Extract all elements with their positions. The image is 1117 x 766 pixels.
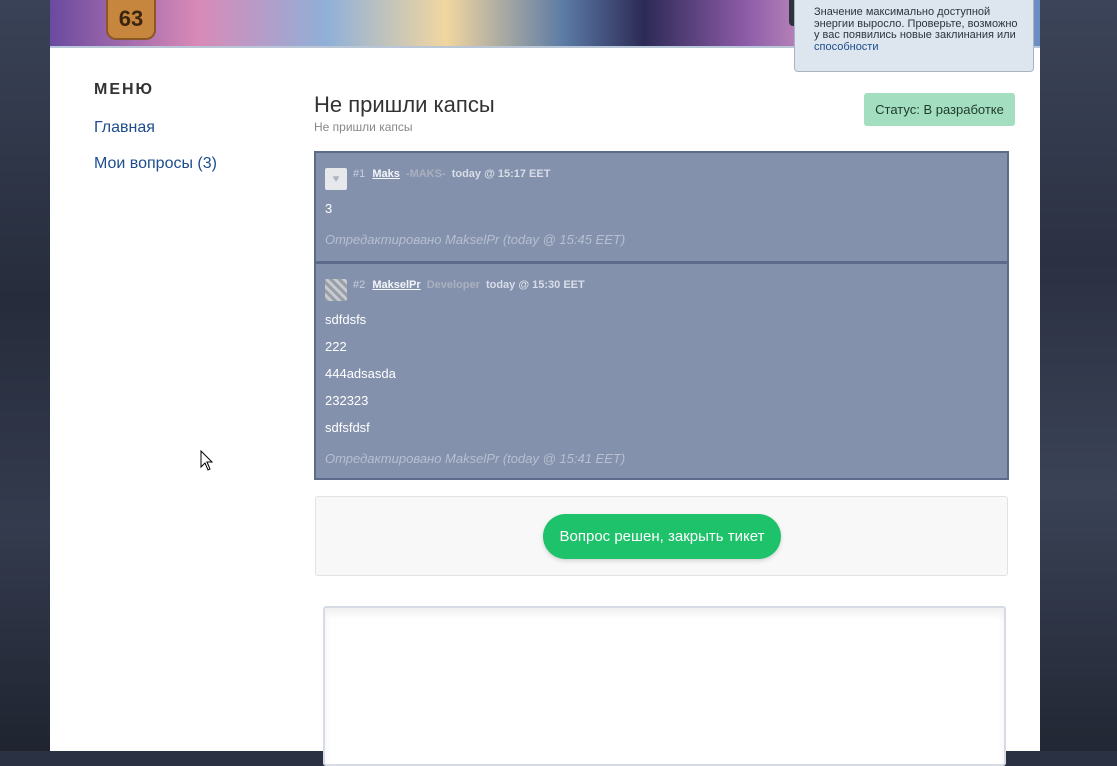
background-right bbox=[1040, 0, 1117, 751]
post-number: #2 bbox=[353, 279, 366, 291]
post-text: sdfsfdsf bbox=[325, 420, 370, 435]
post-time: today @ 15:30 EET bbox=[485, 279, 585, 291]
message-thread: ♥ #1 Maks -MAKS- today @ 15:17 EET 3 Отр… bbox=[314, 151, 1009, 480]
post-time: today @ 15:17 EET bbox=[451, 168, 551, 180]
avatar[interactable] bbox=[325, 279, 347, 301]
post-number: #1 bbox=[353, 168, 366, 180]
main-content: МЕНЮ Главная Мои вопросы (3) Не пришли к… bbox=[50, 48, 1040, 766]
level-badge[interactable]: 63 bbox=[106, 0, 156, 40]
message-post: ♥ #1 Maks -MAKS- today @ 15:17 EET 3 Отр… bbox=[316, 153, 1007, 261]
post-author-link[interactable]: MakselPr bbox=[372, 279, 420, 291]
close-ticket-button[interactable]: Вопрос решен, закрыть тикет bbox=[543, 514, 781, 559]
post-author-link[interactable]: Maks bbox=[372, 168, 400, 180]
post-text: 232323 bbox=[325, 393, 369, 408]
menu-title: МЕНЮ bbox=[94, 81, 155, 98]
sidebar-item-home[interactable]: Главная bbox=[94, 119, 155, 137]
post-text: 3 bbox=[325, 201, 333, 216]
notification-link[interactable]: способности bbox=[814, 41, 879, 53]
post-meta: #2 MakselPr Developer today @ 15:30 EET bbox=[353, 279, 585, 291]
post-text: sdfdsfs bbox=[325, 312, 367, 327]
post-text: 444adsasda bbox=[325, 366, 396, 381]
post-role: -MAKS- bbox=[405, 168, 446, 180]
post-text: 222 bbox=[325, 339, 347, 354]
post-edited-note: Отредактировано MakselPr (today @ 15:45 … bbox=[325, 232, 626, 247]
post-role: Developer bbox=[426, 279, 480, 291]
mouse-cursor-icon bbox=[200, 450, 214, 471]
close-ticket-panel: Вопрос решен, закрыть тикет bbox=[315, 496, 1008, 576]
message-post: #2 MakselPr Developer today @ 15:30 EET … bbox=[316, 264, 1007, 478]
page-title: Не пришли капсы bbox=[314, 92, 495, 117]
post-edited-note: Отредактировано MakselPr (today @ 15:41 … bbox=[325, 451, 626, 466]
status-badge: Статус: В разработке bbox=[864, 93, 1015, 126]
notification-text: Значение максимально доступной энергии в… bbox=[814, 6, 1018, 41]
page-subtitle: Не пришли капсы bbox=[314, 120, 413, 134]
post-meta: #1 Maks -MAKS- today @ 15:17 EET bbox=[353, 168, 550, 180]
sidebar-item-my-questions[interactable]: Мои вопросы (3) bbox=[94, 155, 217, 173]
background-left bbox=[0, 0, 50, 751]
notification-panel: Значение максимально доступной энергии в… bbox=[794, 0, 1034, 72]
reply-editor[interactable] bbox=[323, 606, 1006, 766]
avatar[interactable]: ♥ bbox=[325, 168, 347, 190]
